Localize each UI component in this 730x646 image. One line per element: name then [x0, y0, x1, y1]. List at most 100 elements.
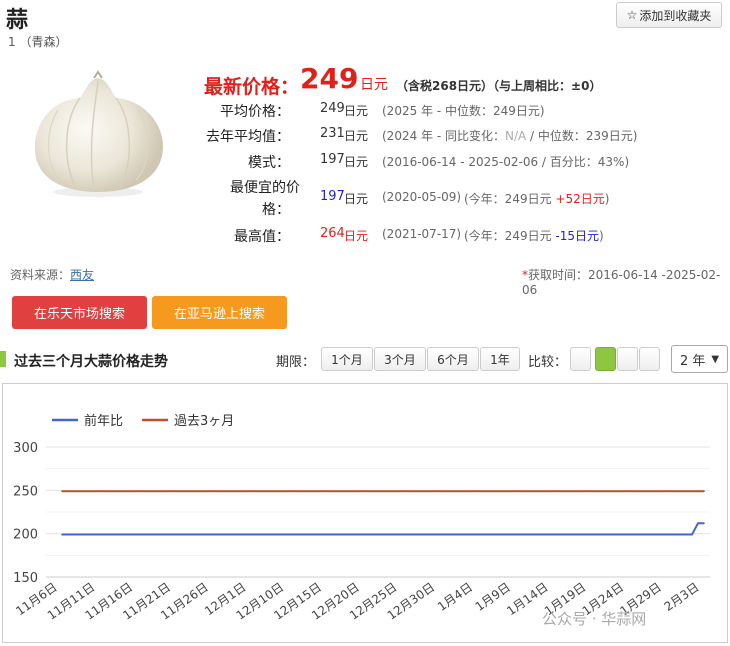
source-link[interactable]: 西友 — [70, 268, 94, 282]
data-point — [514, 490, 516, 492]
compare-toggle-4[interactable] — [639, 347, 660, 371]
product-subtitle: 1 （青森） — [8, 35, 68, 49]
data-point — [363, 490, 365, 492]
data-point — [438, 533, 441, 536]
data-point — [401, 533, 403, 536]
y-tick-label: 250 — [13, 484, 38, 499]
highest-label: 最高值： — [234, 229, 290, 245]
last-year-note-a: (2024 年 - 同比变化： — [382, 129, 505, 143]
avg-price-value: 249 — [320, 101, 345, 116]
period-label: 期限： — [276, 355, 316, 370]
period-3month-button[interactable]: 3个月 — [374, 347, 426, 371]
data-point — [174, 490, 177, 492]
legend-label: 過去3ヶ月 — [174, 414, 234, 429]
cheapest-unit: 日元 — [344, 192, 369, 206]
data-point — [250, 533, 252, 536]
data-point — [287, 490, 290, 492]
data-point — [212, 490, 214, 492]
last-year-avg-note: (2024 年 - 同比变化：N/A / 中位数：239日元) — [382, 127, 638, 144]
data-point — [136, 533, 139, 536]
data-point — [136, 490, 139, 492]
avg-price-note: (2025 年 - 中位数：249日元) — [382, 104, 545, 118]
amazon-search-button[interactable]: 在亚马逊上搜索 — [152, 296, 287, 329]
page-title: 蒜 — [6, 8, 29, 33]
rakuten-search-button[interactable]: 在乐天市场搜索 — [12, 296, 147, 329]
last-year-note-b: / 中位数：239日元) — [526, 129, 638, 143]
y-tick-label: 300 — [13, 441, 38, 456]
x-tick-label: 2月3日 — [662, 580, 702, 614]
data-point — [438, 490, 441, 492]
fetch-time: *获取时间：2016-06-14 -2025-02-06 — [522, 266, 730, 297]
source-info: 资料来源：西友 — [10, 266, 94, 283]
add-to-favorites-button[interactable]: ☆ 添加到收藏夹 — [616, 2, 722, 28]
period-1year-button[interactable]: 1年 — [480, 347, 520, 371]
cheapest-value: 197 — [320, 189, 345, 204]
period-1month-button[interactable]: 1个月 — [321, 347, 373, 371]
data-point — [589, 490, 592, 492]
data-point — [363, 533, 365, 536]
cheapest-compare-a: (今年：249日元 — [464, 192, 556, 206]
data-point — [401, 490, 403, 492]
compare-toggle-3[interactable] — [617, 347, 638, 371]
cheapest-date: (2020-05-09) — [382, 190, 462, 204]
source-label: 资料来源： — [10, 268, 71, 282]
avg-price-label: 平均价格： — [220, 104, 290, 120]
mode-value: 197 — [320, 152, 345, 167]
mode-label: 模式： — [248, 155, 290, 171]
data-point — [98, 533, 101, 536]
x-tick-label: 1月4日 — [435, 580, 475, 614]
latest-price-value: 249 — [300, 62, 359, 95]
cheapest-label-2: 格： — [262, 202, 290, 218]
highest-compare: (今年：249日元 -15日元) — [464, 227, 604, 244]
data-point — [250, 490, 252, 492]
highest-value: 264 — [320, 226, 345, 241]
y-tick-label: 150 — [13, 571, 38, 586]
legend-label: 前年比 — [84, 413, 123, 429]
data-point — [514, 533, 516, 536]
last-year-avg-label: 去年平均值： — [206, 129, 290, 145]
latest-price-unit: 日元 — [360, 77, 388, 93]
last-year-note-na: N/A — [505, 129, 527, 143]
cheapest-compare-b: ) — [604, 192, 610, 206]
star-icon: ☆ — [626, 8, 638, 22]
highest-compare-a: (今年：249日元 — [464, 229, 556, 243]
latest-price-label: 最新价格： — [204, 76, 300, 98]
data-point — [552, 533, 554, 536]
section-accent-bar — [0, 351, 6, 367]
data-point — [476, 533, 479, 536]
cheapest-label-1: 最便宜的价 — [230, 180, 300, 196]
watermark: 公众号 · 华蒜网 — [542, 610, 647, 628]
series-line-前年比 — [62, 522, 704, 536]
cheapest-compare: (今年：249日元 +52日元) — [464, 190, 609, 207]
cheapest-compare-delta: +52日元 — [555, 192, 605, 206]
compare-toggle-1[interactable] — [570, 347, 591, 371]
period-6month-button[interactable]: 6个月 — [427, 347, 479, 371]
data-point — [325, 490, 328, 492]
data-point — [589, 533, 592, 536]
compare-label: 比较： — [528, 355, 568, 370]
highest-date: (2021-07-17) — [382, 227, 462, 241]
data-point — [61, 533, 63, 536]
range-select[interactable]: 2 年 ▼ — [671, 345, 728, 373]
data-point — [703, 490, 705, 492]
compare-toggle-2[interactable] — [595, 347, 616, 371]
data-point — [287, 533, 290, 536]
data-point — [174, 533, 177, 536]
data-point — [627, 490, 630, 492]
last-year-avg-value: 231 — [320, 126, 345, 141]
data-point — [325, 533, 328, 536]
data-point — [703, 522, 705, 525]
data-point — [476, 490, 479, 492]
data-point — [212, 533, 214, 536]
data-point — [98, 490, 101, 492]
latest-price-note: （含税268日元）（与上周相比：±0） — [396, 79, 602, 93]
range-select-value: 2 年 — [680, 353, 706, 369]
fetch-time-text: 获取时间：2016-06-14 -2025-02-06 — [522, 268, 721, 297]
y-tick-label: 200 — [13, 528, 38, 543]
last-year-avg-unit: 日元 — [344, 129, 369, 143]
garlic-image — [34, 70, 163, 197]
chevron-down-icon: ▼ — [711, 353, 720, 365]
add-to-favorites-label: 添加到收藏夹 — [639, 8, 712, 23]
data-point — [61, 490, 63, 492]
data-point — [665, 490, 668, 492]
